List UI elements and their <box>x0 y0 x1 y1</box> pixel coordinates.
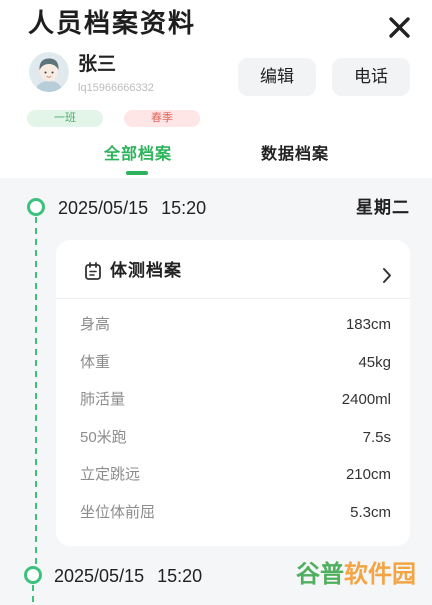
metric-label: 50米跑 <box>80 428 127 446</box>
timeline-node <box>24 566 42 584</box>
phone-button[interactable]: 电话 <box>332 58 410 96</box>
watermark: 谷普软件园 <box>296 560 416 590</box>
tab-data-records[interactable]: 数据档案 <box>261 143 329 167</box>
person-name: 张三 <box>78 54 117 75</box>
timeline-date: 2025/05/15 <box>58 198 149 218</box>
card-divider <box>56 298 410 299</box>
metric-label: 身高 <box>80 316 111 333</box>
edit-button[interactable]: 编辑 <box>238 58 316 96</box>
card-header[interactable]: 体测档案 <box>56 240 410 297</box>
watermark-part1: 谷普 <box>296 561 344 588</box>
timeline-date: 2025/05/15 <box>54 566 145 586</box>
metric-label: 坐位体前屈 <box>80 503 156 521</box>
metric-label: 肺活量 <box>80 391 126 409</box>
timeline-time: 15:20 <box>157 566 203 586</box>
person-username: lq15966666332 <box>78 82 154 94</box>
avatar <box>29 52 69 92</box>
metric-row: 50米跑 7.5s <box>80 419 391 457</box>
metric-row: 肺活量 2400ml <box>80 381 391 419</box>
metric-row: 坐位体前屈 5.3cm <box>80 494 391 532</box>
card-title: 体测档案 <box>110 261 182 280</box>
timeline-line <box>32 585 34 605</box>
page-title: 人员档案资料 <box>28 8 197 38</box>
metric-value: 5.3cm <box>350 503 391 521</box>
metric-label: 体重 <box>80 353 111 371</box>
timeline-line <box>35 217 37 566</box>
timeline-weekday: 星期二 <box>356 198 410 217</box>
active-tab-indicator <box>126 171 148 175</box>
metric-value: 45kg <box>358 353 391 371</box>
tab-all-records[interactable]: 全部档案 <box>104 143 172 167</box>
tag-season: 春季 <box>124 110 200 127</box>
timeline-time: 15:20 <box>161 198 207 218</box>
fitness-record-card: 体测档案 身高 183cm 体重 45kg 肺活量 2400ml 50米跑 7.… <box>56 240 410 546</box>
metric-row: 身高 183cm <box>80 306 391 344</box>
tag-class: 一班 <box>27 110 103 127</box>
clipboard-icon <box>84 262 102 280</box>
avatar-boy-icon <box>29 52 69 92</box>
timeline-datetime: 2025/05/15 15:20 <box>58 197 206 219</box>
timeline-datetime: 2025/05/15 15:20 <box>54 565 202 587</box>
metric-value: 7.5s <box>362 428 391 446</box>
chevron-right-icon[interactable] <box>382 267 392 284</box>
close-button[interactable] <box>388 16 411 39</box>
metric-value: 2400ml <box>341 391 391 409</box>
metric-row: 体重 45kg <box>80 344 391 382</box>
watermark-part2: 软件园 <box>344 561 416 588</box>
metric-value: 210cm <box>345 466 391 484</box>
metric-label: 立定跳远 <box>80 466 141 484</box>
timeline-node <box>27 198 45 216</box>
person-profile-screen: 人员档案资料 张三 lq15966666332 编辑 电话 一班 春季 全部档案… <box>0 0 432 605</box>
close-icon[interactable] <box>388 16 411 39</box>
metric-row: 立定跳远 210cm <box>80 456 391 494</box>
metric-list: 身高 183cm 体重 45kg 肺活量 2400ml 50米跑 7.5s 立定… <box>80 306 391 532</box>
metric-value: 183cm <box>345 316 391 333</box>
